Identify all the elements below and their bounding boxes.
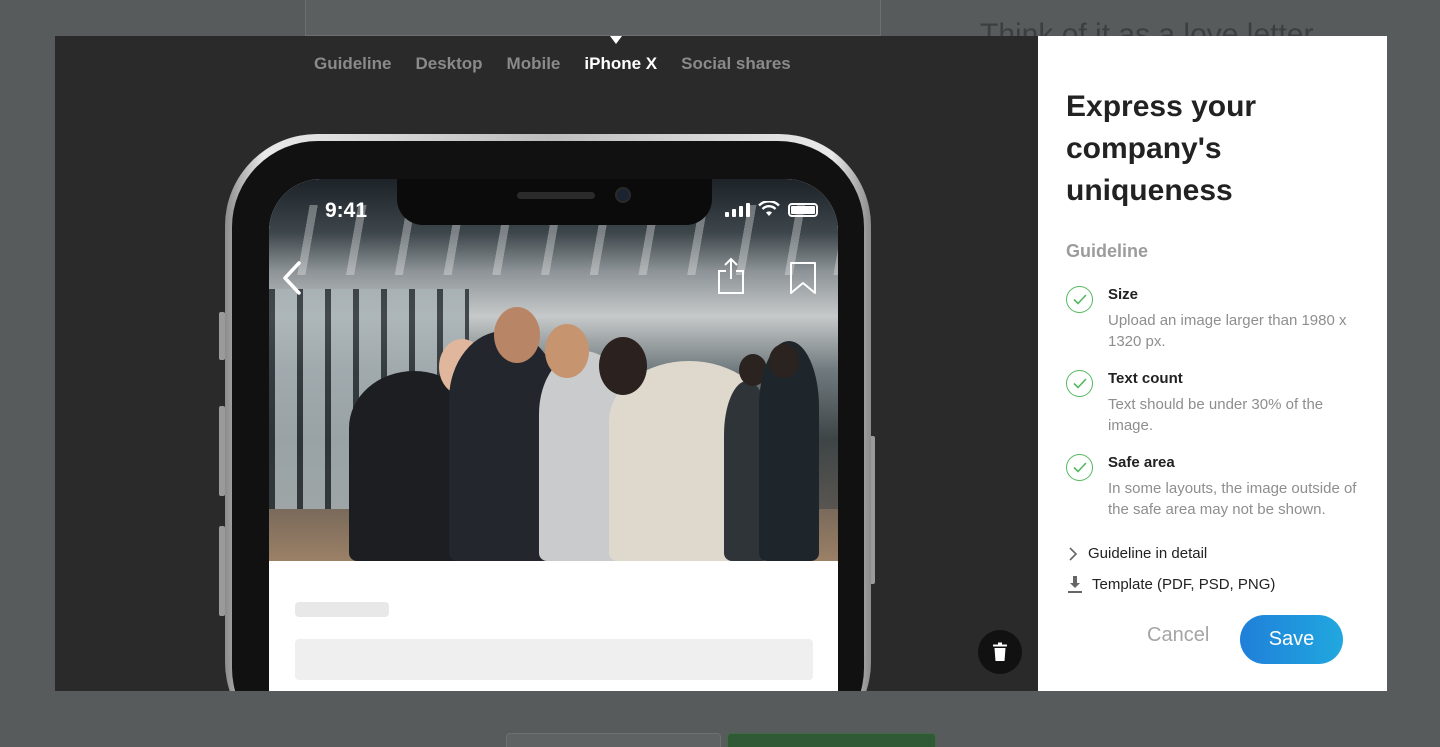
chevron-right-icon: [1069, 546, 1078, 561]
template-download-label: Template (PDF, PSD, PNG): [1092, 576, 1276, 593]
background-textarea: [305, 0, 881, 36]
tab-desktop[interactable]: Desktop: [415, 54, 482, 74]
download-icon: [1068, 576, 1082, 593]
cancel-button[interactable]: Cancel: [1147, 624, 1209, 647]
phone-camera: [615, 187, 631, 203]
guideline-item-title: Size: [1108, 286, 1139, 303]
guideline-panel: Express your company's uniqueness Guidel…: [1038, 36, 1387, 691]
back-arrow-icon: [283, 261, 301, 295]
tab-social-shares[interactable]: Social shares: [681, 54, 791, 74]
background-secondary-button: [506, 733, 721, 747]
iphone-x-mockup: 9:41: [225, 134, 871, 691]
guideline-item-text-count: Text count Text should be under 30% of t…: [1066, 370, 1371, 436]
tab-iphone-x[interactable]: iPhone X: [584, 54, 657, 74]
guideline-list: Size Upload an image larger than 1980 x …: [1066, 286, 1371, 538]
guideline-item-size: Size Upload an image larger than 1980 x …: [1066, 286, 1371, 352]
share-icon: [718, 257, 744, 294]
status-bar-icons: [725, 201, 818, 217]
trash-icon: [993, 642, 1007, 661]
wifi-icon: [758, 201, 780, 216]
battery-icon: [788, 203, 818, 217]
background-primary-button: [727, 733, 936, 747]
cellular-signal-icon: [725, 203, 750, 217]
cover-photo: [269, 179, 838, 561]
template-download-link[interactable]: Template (PDF, PSD, PNG): [1068, 576, 1275, 593]
tab-mobile[interactable]: Mobile: [507, 54, 561, 74]
placeholder-text-bar: [295, 639, 813, 680]
phone-screen: 9:41: [269, 179, 838, 691]
phone-notch: [397, 179, 712, 225]
guideline-detail-label: Guideline in detail: [1088, 545, 1208, 562]
guideline-item-title: Safe area: [1108, 454, 1175, 471]
guideline-item-desc: In some layouts, the image outside of th…: [1108, 480, 1357, 518]
check-circle-icon: [1066, 454, 1093, 481]
status-bar-time: 9:41: [325, 199, 368, 222]
preview-tabs: Guideline Desktop Mobile iPhone X Social…: [314, 54, 791, 74]
check-circle-icon: [1066, 286, 1093, 313]
check-circle-icon: [1066, 370, 1093, 397]
active-tab-indicator: [610, 36, 622, 44]
panel-section-label: Guideline: [1066, 241, 1149, 261]
delete-image-button[interactable]: [978, 630, 1022, 674]
guideline-item-desc: Text should be under 30% of the image.: [1108, 396, 1324, 434]
phone-speaker: [517, 192, 595, 199]
guideline-detail-link[interactable]: Guideline in detail: [1068, 545, 1207, 562]
image-preview-modal: Guideline Desktop Mobile iPhone X Social…: [55, 36, 1387, 691]
tab-guideline[interactable]: Guideline: [314, 54, 391, 74]
guideline-item-title: Text count: [1108, 370, 1183, 387]
phone-bezel: 9:41: [232, 141, 864, 691]
panel-title: Express your company's uniqueness: [1066, 90, 1257, 207]
guideline-item-desc: Upload an image larger than 1980 x 1320 …: [1108, 312, 1347, 350]
bookmark-icon: [790, 262, 816, 294]
save-button[interactable]: Save: [1240, 615, 1343, 664]
device-preview-area: Guideline Desktop Mobile iPhone X Social…: [55, 36, 1038, 691]
placeholder-title-bar: [295, 602, 389, 617]
guideline-item-safe-area: Safe area In some layouts, the image out…: [1066, 454, 1371, 520]
